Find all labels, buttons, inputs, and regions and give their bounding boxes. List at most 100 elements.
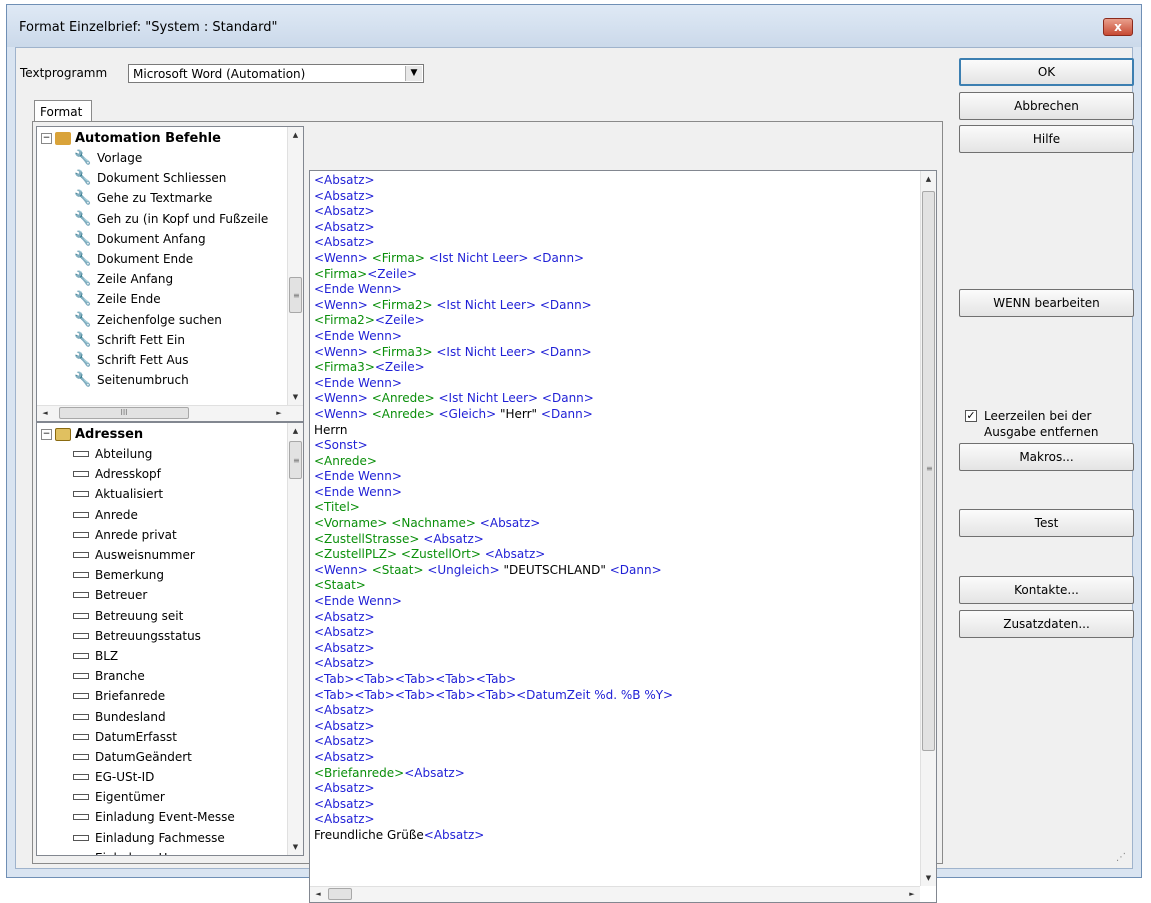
scroll-left-icon[interactable]: ◄ — [37, 406, 53, 421]
wrench-icon: 🔧 — [73, 372, 93, 388]
commands-hscroll[interactable]: ◄ III ► — [37, 405, 303, 421]
collapse-icon[interactable]: − — [41, 429, 52, 440]
field-item[interactable]: Abteilung — [73, 444, 235, 464]
fields-tree[interactable]: − Adressen AbteilungAdresskopfAktualisie… — [36, 422, 304, 856]
tab-format[interactable]: Format — [34, 100, 92, 122]
field-item[interactable]: Betreuung seit — [73, 606, 235, 626]
textprogramm-select[interactable]: Microsoft Word (Automation) ▼ — [128, 64, 424, 83]
code-line: <Wenn> <Anrede> <Ist Nicht Leer> <Dann> — [314, 391, 916, 407]
field-item[interactable]: DatumErfasst — [73, 727, 235, 747]
fields-tree-header[interactable]: − Adressen — [41, 425, 143, 443]
scroll-down-icon[interactable]: ▼ — [288, 839, 303, 855]
cancel-button[interactable]: Abbrechen — [959, 92, 1134, 120]
field-item[interactable]: Adresskopf — [73, 464, 235, 484]
field-item[interactable]: Briefanrede — [73, 686, 235, 706]
chevron-down-icon[interactable]: ▼ — [405, 66, 422, 81]
ok-button[interactable]: OK — [959, 58, 1134, 86]
command-item[interactable]: 🔧Seitenumbruch — [73, 370, 268, 390]
code-token: <Wenn> — [314, 563, 372, 577]
collapse-icon[interactable]: − — [41, 133, 52, 144]
commands-vscroll[interactable]: ▲ ≡ ▼ — [287, 127, 303, 405]
editor-vscroll-thumb[interactable]: ≡ — [922, 191, 935, 751]
close-button[interactable]: x — [1103, 18, 1133, 36]
command-item-label: Schrift Fett Aus — [97, 353, 189, 367]
field-item[interactable]: Bundesland — [73, 706, 235, 726]
command-item[interactable]: 🔧Dokument Ende — [73, 249, 268, 269]
field-item[interactable]: Bemerkung — [73, 565, 235, 585]
wrench-icon: 🔧 — [73, 291, 93, 307]
resize-grip-icon[interactable]: ⋰ — [1116, 852, 1128, 864]
commands-hscroll-thumb[interactable]: III — [59, 407, 189, 419]
help-button[interactable]: Hilfe — [959, 125, 1134, 153]
field-icon — [73, 552, 89, 558]
field-item[interactable]: Betreuungsstatus — [73, 626, 235, 646]
commands-tree-header[interactable]: − Automation Befehle — [41, 129, 221, 147]
command-item[interactable]: 🔧Schrift Fett Aus — [73, 350, 268, 370]
field-item[interactable]: Einladung Fachmesse — [73, 828, 235, 848]
command-item[interactable]: 🔧Zeichenfolge suchen — [73, 310, 268, 330]
field-item[interactable]: Eigentümer — [73, 787, 235, 807]
command-item[interactable]: 🔧Zeile Anfang — [73, 269, 268, 289]
field-item[interactable]: Branche — [73, 666, 235, 686]
scroll-right-icon[interactable]: ► — [904, 887, 920, 902]
command-item[interactable]: 🔧 Zeile Ende — [73, 289, 268, 309]
command-item[interactable]: 🔧Dokument Schliessen — [73, 168, 268, 188]
code-line: <Absatz> — [314, 703, 916, 719]
command-item[interactable]: 🔧Gehe zu Textmarke — [73, 188, 268, 208]
scroll-down-icon[interactable]: ▼ — [288, 389, 303, 405]
wrench-icon: 🔧 — [73, 211, 93, 227]
scroll-left-icon[interactable]: ◄ — [310, 887, 326, 902]
command-item[interactable]: 🔧Geh zu (in Kopf und Fußzeile — [73, 209, 268, 229]
code-line: <Titel> — [314, 500, 916, 516]
code-line: <Tab><Tab><Tab><Tab><Tab> — [314, 672, 916, 688]
code-line: <Wenn> <Firma> <Ist Nicht Leer> <Dann> — [314, 251, 916, 267]
format-code[interactable]: <Absatz><Absatz><Absatz><Absatz><Absatz>… — [314, 173, 916, 844]
field-item[interactable]: BLZ — [73, 646, 235, 666]
field-icon — [73, 491, 89, 497]
commands-vscroll-thumb[interactable]: ≡ — [289, 277, 302, 313]
command-item[interactable]: 🔧Schrift Fett Ein — [73, 330, 268, 350]
scroll-right-icon[interactable]: ► — [271, 406, 287, 421]
kontakte-button[interactable]: Kontakte... — [959, 576, 1134, 604]
scroll-up-icon[interactable]: ▲ — [921, 171, 936, 187]
field-item[interactable]: Anrede privat — [73, 525, 235, 545]
code-line: <ZustellPLZ> <ZustellOrt> <Absatz> — [314, 547, 916, 563]
code-token: <Absatz> — [314, 797, 375, 811]
field-item[interactable]: EG-USt-ID — [73, 767, 235, 787]
code-token: <Ende Wenn> — [314, 329, 402, 343]
leerzeilen-checkbox[interactable]: ✓ — [965, 410, 977, 422]
code-line: Freundliche Grüße<Absatz> — [314, 828, 916, 844]
field-item[interactable]: Einladung Event-Messe — [73, 807, 235, 827]
fields-vscroll-thumb[interactable]: ≡ — [289, 441, 302, 479]
scroll-up-icon[interactable]: ▲ — [288, 423, 303, 439]
field-item[interactable]: Ausweisnummer — [73, 545, 235, 565]
field-icon — [73, 592, 89, 598]
makros-button[interactable]: Makros... — [959, 443, 1134, 471]
command-item[interactable]: 🔧Dokument Anfang — [73, 229, 268, 249]
code-token: Freundliche Grüße — [314, 828, 424, 842]
field-item[interactable]: Betreuer — [73, 585, 235, 605]
fields-vscroll[interactable]: ▲ ≡ ▼ — [287, 423, 303, 855]
editor-vscroll[interactable]: ▲ ≡ ▼ — [920, 171, 936, 886]
field-item[interactable]: Anrede — [73, 505, 235, 525]
code-token: <Wenn> — [314, 298, 372, 312]
code-line: <Absatz> — [314, 204, 916, 220]
scroll-up-icon[interactable]: ▲ — [288, 127, 303, 143]
field-icon — [73, 451, 89, 457]
test-button[interactable]: Test — [959, 509, 1134, 537]
command-item[interactable]: 🔧Vorlage — [73, 148, 268, 168]
leerzeilen-label[interactable]: Leerzeilen bei der Ausgabe entfernen — [984, 408, 1098, 440]
title-bar[interactable]: Format Einzelbrief: "System : Standard" … — [7, 5, 1141, 47]
wenn-edit-button[interactable]: WENN bearbeiten — [959, 289, 1134, 317]
field-item[interactable]: Aktualisiert — [73, 484, 235, 504]
command-item-label: Zeile Ende — [97, 292, 161, 306]
field-item[interactable]: DatumGeändert — [73, 747, 235, 767]
editor-hscroll[interactable]: ◄ ► — [310, 886, 920, 902]
format-editor[interactable]: <Absatz><Absatz><Absatz><Absatz><Absatz>… — [309, 170, 937, 903]
wrench-icon: 🔧 — [73, 251, 93, 267]
commands-tree[interactable]: − Automation Befehle 🔧Vorlage🔧Dokument S… — [36, 126, 304, 422]
field-item[interactable]: Einladung Hausmesse — [73, 848, 235, 855]
code-line: <Vorname> <Nachname> <Absatz> — [314, 516, 916, 532]
editor-hscroll-thumb[interactable] — [328, 888, 352, 900]
zusatzdaten-button[interactable]: Zusatzdaten... — [959, 610, 1134, 638]
